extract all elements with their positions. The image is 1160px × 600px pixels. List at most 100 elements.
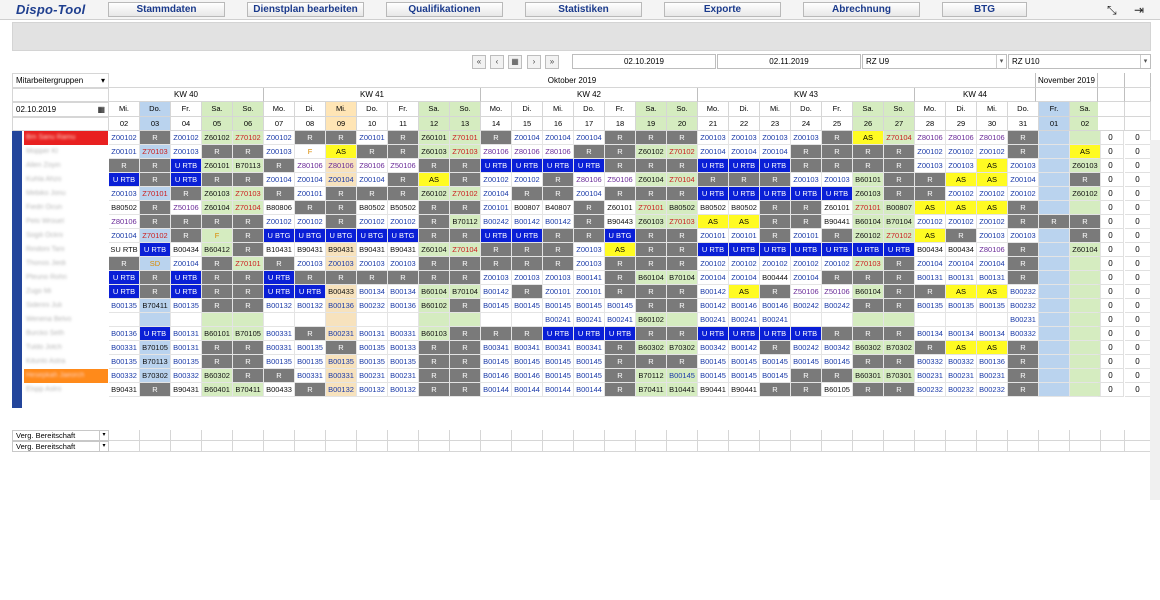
shift-cell[interactable]: B90431 bbox=[295, 243, 326, 257]
shift-cell[interactable]: R bbox=[171, 187, 202, 201]
shift-cell[interactable]: B00145 bbox=[543, 369, 574, 383]
shift-cell[interactable]: Z80106 bbox=[357, 159, 388, 173]
shift-cell[interactable]: R bbox=[853, 271, 884, 285]
shift-cell[interactable]: B00331 bbox=[264, 327, 295, 341]
shift-cell[interactable]: R bbox=[605, 159, 636, 173]
shift-cell[interactable]: U BTG bbox=[295, 229, 326, 243]
shift-cell[interactable]: U RTB bbox=[760, 187, 791, 201]
shift-cell[interactable]: B00231 bbox=[388, 369, 419, 383]
shift-cell[interactable]: B70104 bbox=[884, 215, 915, 229]
shift-cell[interactable]: R bbox=[636, 229, 667, 243]
shift-cell[interactable]: R bbox=[605, 187, 636, 201]
shift-cell[interactable]: F bbox=[202, 229, 233, 243]
shift-cell[interactable]: B00231 bbox=[915, 369, 946, 383]
shift-cell[interactable]: AS bbox=[946, 173, 977, 187]
shift-cell[interactable]: R bbox=[264, 369, 295, 383]
shift-cell[interactable]: R bbox=[946, 229, 977, 243]
shift-cell[interactable]: R bbox=[729, 173, 760, 187]
group-filter-select[interactable]: Mitarbeitergruppen ▾ bbox=[12, 73, 109, 88]
shift-cell[interactable]: Z00103 bbox=[760, 131, 791, 145]
shift-cell[interactable]: R bbox=[760, 215, 791, 229]
shift-cell[interactable]: Z60103 bbox=[853, 187, 884, 201]
shift-cell[interactable]: Z70103 bbox=[853, 257, 884, 271]
shift-cell[interactable]: U RTB bbox=[481, 159, 512, 173]
shift-cell[interactable] bbox=[1039, 243, 1070, 257]
shift-cell[interactable] bbox=[202, 313, 233, 327]
shift-cell[interactable] bbox=[1039, 201, 1070, 215]
shift-cell[interactable]: B00131 bbox=[946, 271, 977, 285]
shift-cell[interactable]: B00241 bbox=[543, 313, 574, 327]
shift-cell[interactable]: R bbox=[791, 215, 822, 229]
shift-cell[interactable]: U RTB bbox=[109, 173, 140, 187]
shift-cell[interactable]: B60302 bbox=[853, 341, 884, 355]
shift-cell[interactable]: R bbox=[667, 187, 698, 201]
shift-cell[interactable]: R bbox=[295, 271, 326, 285]
shift-cell[interactable]: B00331 bbox=[264, 341, 295, 355]
footer-cell[interactable] bbox=[667, 430, 698, 441]
shift-cell[interactable]: AS bbox=[729, 285, 760, 299]
employee-name[interactable]: Pfeuno Rohn bbox=[24, 271, 108, 285]
shift-cell[interactable]: U RTB bbox=[481, 229, 512, 243]
footer-cell[interactable] bbox=[729, 430, 760, 441]
shift-cell[interactable]: B80502 bbox=[357, 201, 388, 215]
shift-cell[interactable]: B40807 bbox=[543, 201, 574, 215]
shift-cell[interactable]: B00144 bbox=[574, 383, 605, 397]
shift-cell[interactable]: Z00102 bbox=[977, 187, 1008, 201]
shift-cell[interactable]: Z60102 bbox=[202, 131, 233, 145]
shift-cell[interactable]: R bbox=[202, 355, 233, 369]
shift-cell[interactable]: Z50106 bbox=[822, 285, 853, 299]
shift-cell[interactable]: B00142 bbox=[512, 215, 543, 229]
shift-cell[interactable]: B90431 bbox=[326, 243, 357, 257]
shift-cell[interactable]: R bbox=[543, 187, 574, 201]
footer-cell[interactable] bbox=[729, 441, 760, 452]
shift-cell[interactable]: B00136 bbox=[977, 355, 1008, 369]
shift-cell[interactable]: Z00102 bbox=[698, 257, 729, 271]
footer-cell[interactable] bbox=[605, 430, 636, 441]
nav-exporte[interactable]: Exporte bbox=[664, 2, 781, 17]
shift-cell[interactable]: Z00101 bbox=[481, 201, 512, 215]
shift-cell[interactable]: B00131 bbox=[915, 271, 946, 285]
shift-cell[interactable]: R bbox=[884, 187, 915, 201]
shift-cell[interactable]: B00135 bbox=[171, 355, 202, 369]
shift-cell[interactable]: U RTB bbox=[698, 243, 729, 257]
footer-cell[interactable] bbox=[884, 430, 915, 441]
shift-cell[interactable]: B00434 bbox=[946, 243, 977, 257]
shift-cell[interactable]: B00232 bbox=[977, 383, 1008, 397]
shift-cell[interactable]: R bbox=[574, 229, 605, 243]
shift-cell[interactable]: R bbox=[450, 327, 481, 341]
shift-cell[interactable]: Z00102 bbox=[915, 145, 946, 159]
shift-cell[interactable]: B00135 bbox=[946, 299, 977, 313]
shift-cell[interactable] bbox=[1039, 327, 1070, 341]
shift-cell[interactable]: AS bbox=[977, 159, 1008, 173]
shift-cell[interactable]: B00142 bbox=[543, 215, 574, 229]
shift-cell[interactable]: B00134 bbox=[977, 327, 1008, 341]
shift-cell[interactable]: B00144 bbox=[543, 383, 574, 397]
shift-cell[interactable]: U RTB bbox=[729, 243, 760, 257]
footer-cell[interactable] bbox=[636, 441, 667, 452]
shift-cell[interactable]: B90431 bbox=[388, 243, 419, 257]
shift-cell[interactable]: B00331 bbox=[295, 369, 326, 383]
shift-cell[interactable]: B00145 bbox=[605, 299, 636, 313]
footer-cell[interactable] bbox=[636, 430, 667, 441]
shift-cell[interactable]: Z00101 bbox=[109, 145, 140, 159]
shift-cell[interactable]: R bbox=[388, 145, 419, 159]
shift-cell[interactable]: B90431 bbox=[109, 383, 140, 397]
shift-cell[interactable]: AS bbox=[605, 243, 636, 257]
shift-cell[interactable]: B10441 bbox=[667, 383, 698, 397]
shift-cell[interactable]: B00142 bbox=[698, 299, 729, 313]
shift-cell[interactable]: Z70103 bbox=[667, 215, 698, 229]
footer-cell[interactable] bbox=[1039, 430, 1070, 441]
shift-cell[interactable]: AS bbox=[915, 201, 946, 215]
shift-cell[interactable]: B60412 bbox=[202, 243, 233, 257]
shift-cell[interactable]: B00433 bbox=[264, 383, 295, 397]
shift-cell[interactable] bbox=[822, 313, 853, 327]
shift-cell[interactable]: Z00103 bbox=[946, 159, 977, 173]
footer-cell[interactable] bbox=[450, 430, 481, 441]
shift-cell[interactable]: R bbox=[202, 173, 233, 187]
shift-cell[interactable]: U BTG bbox=[326, 229, 357, 243]
shift-cell[interactable]: Z70104 bbox=[450, 243, 481, 257]
shift-cell[interactable]: R bbox=[636, 327, 667, 341]
shift-cell[interactable]: Z00101 bbox=[357, 131, 388, 145]
footer-cell[interactable] bbox=[574, 441, 605, 452]
shift-cell[interactable] bbox=[1070, 201, 1101, 215]
